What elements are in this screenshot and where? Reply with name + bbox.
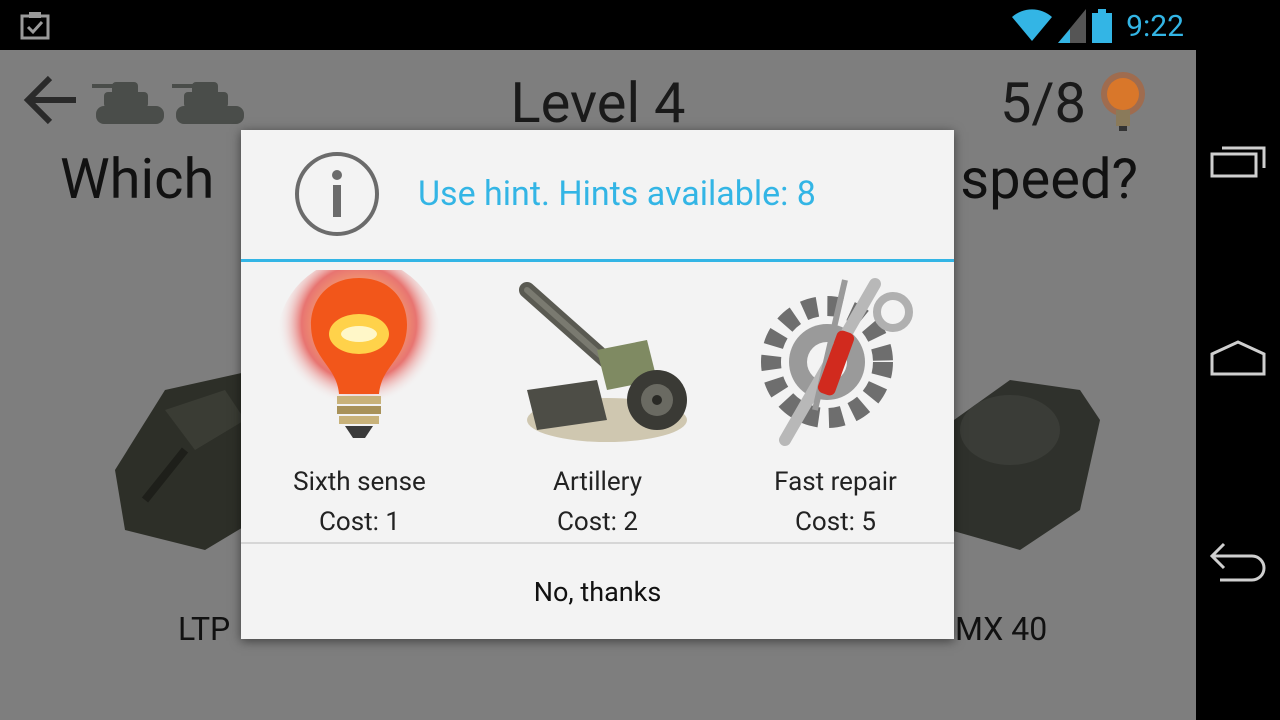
repair-tools-icon	[761, 278, 913, 446]
hint-option-fast-repair[interactable]: Fast repair Cost: 5	[717, 270, 954, 540]
tank-label-right: MX 40	[955, 610, 1048, 648]
no-thanks-button[interactable]: No, thanks	[241, 544, 954, 639]
question-text-left: Which	[60, 146, 215, 212]
home-icon[interactable]	[1206, 336, 1270, 384]
clipboard-check-icon	[20, 12, 50, 40]
option-cost: Cost: 1	[318, 507, 401, 537]
hint-counter: 5/8	[999, 70, 1086, 136]
lightbulb-icon[interactable]	[1098, 70, 1148, 134]
status-bar: 9:22	[0, 0, 1196, 50]
tank-option-right[interactable]	[930, 360, 1100, 550]
status-icons: 9:22	[1012, 6, 1184, 46]
signal-icon	[1058, 9, 1087, 43]
artillery-icon	[519, 282, 687, 442]
hint-option-artillery[interactable]: Artillery Cost: 2	[479, 270, 716, 540]
option-name: Sixth sense	[293, 467, 426, 497]
info-icon	[295, 152, 379, 236]
option-cost: Cost: 2	[556, 507, 639, 537]
option-cost: Cost: 5	[794, 507, 877, 537]
dialog-header: Use hint. Hints available: 8	[241, 130, 954, 259]
option-name: Fast repair	[774, 467, 897, 497]
status-time: 9:22	[1126, 8, 1184, 44]
option-name: Artillery	[552, 467, 642, 497]
back-icon[interactable]	[1206, 534, 1270, 582]
hint-dialog: Use hint. Hints available: 8 Sixth sense…	[241, 130, 954, 639]
system-nav-bar	[1196, 0, 1280, 720]
dialog-divider	[241, 259, 954, 262]
recent-apps-icon[interactable]	[1206, 136, 1270, 184]
tank-label-left: LTP	[178, 610, 231, 648]
wifi-icon	[1012, 9, 1053, 41]
question-text-right: speed?	[960, 146, 1138, 212]
battery-icon	[1092, 9, 1113, 43]
lightbulb-icon	[277, 270, 441, 438]
hint-options: Sixth sense Cost: 1 Artillery Cost: 2 Fa…	[241, 270, 954, 540]
dialog-title: Use hint. Hints available: 8	[418, 174, 816, 214]
hint-option-sixth-sense[interactable]: Sixth sense Cost: 1	[241, 270, 478, 540]
